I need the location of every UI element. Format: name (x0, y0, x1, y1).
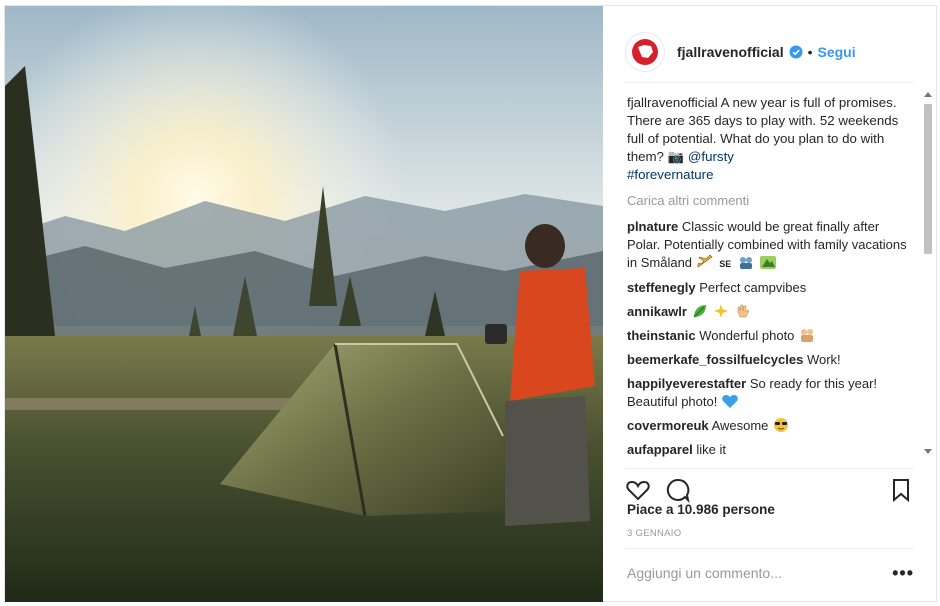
sparkles-emoji-icon (714, 304, 729, 318)
comment-item: happilyeverestafter So ready for this ye… (627, 375, 915, 411)
comment-text: Perfect campvibes (699, 280, 807, 295)
comment-username[interactable]: theinstanic (627, 328, 696, 343)
comment-text: Awesome (711, 418, 769, 433)
caption-mention[interactable]: @fursty (688, 149, 734, 164)
verified-badge-icon (789, 45, 803, 59)
header-username[interactable]: fjallravenofficial (677, 44, 784, 60)
comment-item: covermoreuk Awesome (627, 417, 915, 435)
follow-button[interactable]: Segui (818, 44, 856, 60)
comment-username[interactable]: covermoreuk (627, 418, 709, 433)
comment-item: annikawlr (627, 303, 915, 321)
comment-text: like it (696, 442, 726, 457)
caption: fjallravenofficial A new year is full of… (627, 94, 915, 184)
caption-username[interactable]: fjallravenofficial (627, 95, 718, 110)
likes-count[interactable]: Piace a 10.986 persone (627, 502, 775, 517)
separator-dot: • (807, 44, 813, 60)
like-heart-icon[interactable] (625, 477, 651, 503)
comment-item: theinstanic Wonderful photo (627, 327, 915, 345)
comment-username[interactable]: aufapparel (627, 442, 693, 457)
family-emoji-icon (739, 257, 752, 269)
action-bar (625, 468, 914, 503)
post-header: fjallravenofficial • Segui (625, 22, 914, 83)
couple-emoji-icon (801, 329, 814, 342)
comment-input[interactable] (625, 565, 893, 581)
comment-item: plnature Classic would be great finally … (627, 218, 915, 273)
scroll-up-icon[interactable] (924, 92, 932, 97)
leaf-emoji-icon (693, 305, 706, 318)
comments-list[interactable]: fjallravenofficial A new year is full of… (627, 94, 915, 460)
mountain-emoji-icon (759, 256, 776, 269)
comment-username[interactable]: annikawlr (627, 304, 687, 319)
comment-bubble-icon[interactable] (665, 477, 691, 503)
comment-username[interactable]: plnature (627, 219, 678, 234)
more-options-button[interactable]: ••• (892, 564, 914, 582)
comments-scrollbar[interactable] (920, 86, 936, 460)
comment-item: aufapparel like it (627, 441, 915, 459)
post-photo[interactable] (5, 6, 603, 602)
hand-emoji-icon (737, 304, 750, 318)
sunglasses-emoji-icon (774, 418, 789, 432)
comment-username[interactable]: beemerkafe_fossilfuelcycles (627, 352, 803, 367)
add-comment-bar: ••• (625, 548, 914, 597)
fox-logo-icon (632, 39, 658, 65)
avatar[interactable] (625, 32, 665, 72)
plane-emoji-icon (697, 254, 713, 268)
comment-text: Wonderful photo (699, 328, 795, 343)
post-sidebar: fjallravenofficial • Segui fjallravenoff… (603, 6, 936, 601)
comment-item: steffenegly Perfect campvibes (627, 279, 915, 297)
blue-heart-emoji-icon (722, 395, 738, 408)
comment-username[interactable]: happilyeverestafter (627, 376, 746, 391)
post-date: 3 GENNAIO (627, 528, 682, 539)
comment-username[interactable]: steffenegly (627, 280, 696, 295)
comment-text: Work! (806, 352, 841, 367)
caption-hashtag[interactable]: #forevernature (627, 166, 915, 184)
bookmark-icon[interactable] (888, 477, 914, 503)
load-more-comments-button[interactable]: Carica altri commenti (627, 192, 915, 210)
scroll-down-icon[interactable] (924, 449, 932, 454)
flag-se-icon: SE (719, 259, 732, 269)
comment-item: beemerkafe_fossilfuelcycles Work! (627, 351, 915, 369)
scrollbar-thumb[interactable] (924, 104, 932, 254)
